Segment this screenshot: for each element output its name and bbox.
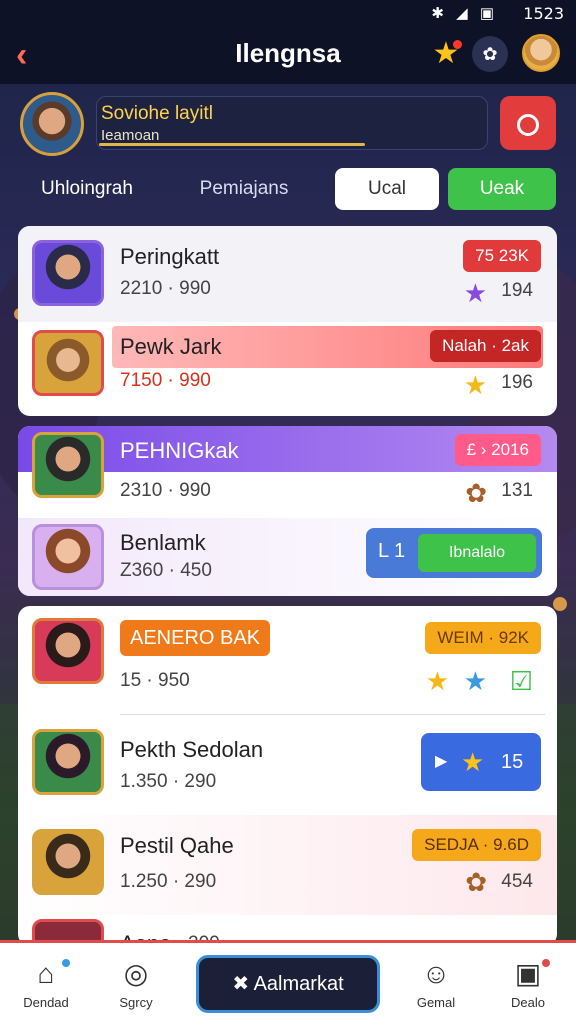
- player-score: 2310 · 990: [120, 480, 211, 501]
- avatar: [32, 432, 104, 498]
- home-icon: ⌂: [37, 958, 55, 989]
- settings-icon[interactable]: ✿: [472, 36, 508, 72]
- tab-pemiajans[interactable]: Pemiajans: [176, 168, 312, 210]
- play-icon: ▶: [435, 753, 448, 770]
- player-info: Soviohe layitl Ieamoan: [96, 96, 488, 150]
- level-status: Ibnalalo: [418, 534, 536, 572]
- rank-badge: SEDJA · 9.6D: [412, 829, 541, 861]
- profile-icon: ▣: [514, 958, 542, 989]
- rank-badge: £ › 2016: [454, 434, 541, 466]
- player-stat: 194: [501, 280, 533, 301]
- bottom-nav: ⌂ Dendad ◎ Sgrcy ✖ Aalmarkat ☺ Gemal ▣ D…: [0, 940, 576, 1024]
- player-name: Pestil Qahe: [120, 833, 234, 858]
- player-score: 1.350 · 290: [120, 771, 217, 792]
- leaderboard-card: PEHNIGkak 2310 · 990 £ › 2016 ✿ 131 Benl…: [18, 426, 557, 596]
- player-name: Pekth Sedolan: [120, 737, 264, 762]
- star-icon: ★: [463, 370, 487, 400]
- trophy-icon: ✿: [465, 478, 487, 508]
- avatar: [32, 240, 104, 306]
- nav-item-dealo[interactable]: ▣ Dealo: [488, 957, 568, 1010]
- player-progress-bar: [99, 143, 365, 146]
- star-icon: ★: [463, 666, 487, 696]
- rank-value: 15: [501, 751, 524, 773]
- status-time: 1523: [523, 4, 564, 23]
- player-score: 1.250 · 290: [120, 871, 217, 892]
- list-item[interactable]: Benlamk Z360 · 450 L 1 Ibnalalo: [18, 518, 557, 596]
- list-item[interactable]: Peringkatt 2210 · 990 75 23K ★ 194: [18, 226, 557, 322]
- list-item[interactable]: Pewk Jark 7150 · 990 Nalah · 2ak ★ 196: [18, 322, 557, 416]
- avatar: [32, 330, 104, 396]
- nav-item-sgrcy[interactable]: ◎ Sgrcy: [96, 957, 176, 1010]
- avatar: [32, 618, 104, 684]
- level-label: L 1: [378, 540, 406, 562]
- star-icon[interactable]: ★: [428, 36, 464, 72]
- avatar: [32, 729, 104, 795]
- player-stat: 196: [501, 372, 533, 393]
- status-icons: ✱ ◢ ▣: [431, 5, 498, 22]
- leaderboard-card: AENERO BAK 15 · 950 WEIM · 92K ★ ★ ☑ Pek…: [18, 606, 557, 946]
- notification-dot: [62, 959, 70, 967]
- list-item[interactable]: Pestil Qahe 1.250 · 290 SEDJA · 9.6D ✿ 4…: [18, 815, 557, 915]
- nav-item-gemal[interactable]: ☺ Gemal: [396, 957, 476, 1010]
- user-avatar[interactable]: [522, 34, 560, 72]
- nav-label: Gemal: [416, 995, 456, 1010]
- list-item[interactable]: Pekth Sedolan 1.350 · 290 ▶ ★ 15: [18, 715, 557, 815]
- status-bar: ✱ ◢ ▣ 1523: [0, 0, 576, 28]
- star-icon: ★: [463, 278, 487, 308]
- search-button[interactable]: [500, 96, 556, 150]
- rank-badge: 75 23K: [463, 240, 541, 272]
- player-name: Soviohe layitl: [101, 103, 213, 124]
- list-item[interactable]: AENERO BAK 15 · 950 WEIM · 92K ★ ★ ☑: [18, 606, 557, 714]
- player-name: Peringkatt: [120, 244, 220, 269]
- nav-label: Dendad: [23, 995, 69, 1010]
- nav-label: Sgrcy: [119, 995, 153, 1010]
- nav-label: Aalmarkat: [253, 973, 344, 995]
- tab-uhloingrah[interactable]: Uhloingrah: [22, 168, 152, 210]
- nav-item-aalmarkat[interactable]: ✖ Aalmarkat: [196, 955, 380, 1013]
- player-name: Benlamk: [120, 530, 206, 555]
- rank-button[interactable]: ▶ ★ 15: [421, 733, 541, 791]
- avatar: [32, 829, 104, 895]
- avatar: [32, 524, 104, 590]
- player-name: Pewk Jark: [120, 334, 222, 359]
- app-header: ‹ Ilengnsa ★ ✿: [0, 28, 576, 84]
- player-score: 2210 · 990: [120, 278, 211, 299]
- player-score: 7150 · 990: [120, 370, 211, 391]
- tab-ucal[interactable]: Ucal: [335, 168, 439, 210]
- rank-badge: Nalah · 2ak: [430, 330, 541, 362]
- player-subtitle: Ieamoan: [101, 127, 160, 144]
- star-icon: ★: [425, 666, 449, 696]
- camera-icon: ◎: [123, 958, 149, 989]
- trophy-icon: ✿: [465, 867, 487, 897]
- player-stat: 454: [501, 871, 533, 892]
- player-avatar[interactable]: [20, 92, 84, 156]
- tab-ueak[interactable]: Ueak: [448, 168, 556, 210]
- nav-label: Dealo: [511, 995, 545, 1010]
- notification-dot: [542, 959, 550, 967]
- leaderboard-card: Peringkatt 2210 · 990 75 23K ★ 194 Pewk …: [18, 226, 557, 416]
- player-name: AENERO BAK: [120, 620, 271, 656]
- player-score: Z360 · 450: [120, 560, 212, 581]
- player-name: PEHNIGkak: [120, 438, 239, 463]
- close-icon: ✖: [232, 973, 250, 995]
- check-icon: ☑: [509, 666, 533, 696]
- level-button[interactable]: L 1 Ibnalalo: [366, 528, 542, 578]
- rank-badge: WEIM · 92K: [425, 622, 541, 654]
- list-item[interactable]: PEHNIGkak 2310 · 990 £ › 2016 ✿ 131: [18, 426, 557, 518]
- face-icon: ☺: [421, 958, 451, 989]
- star-icon: ★: [461, 747, 485, 777]
- player-score: 15 · 950: [120, 670, 190, 691]
- player-stat: 131: [501, 480, 533, 501]
- search-icon: [517, 114, 539, 136]
- nav-item-dendad[interactable]: ⌂ Dendad: [6, 957, 86, 1010]
